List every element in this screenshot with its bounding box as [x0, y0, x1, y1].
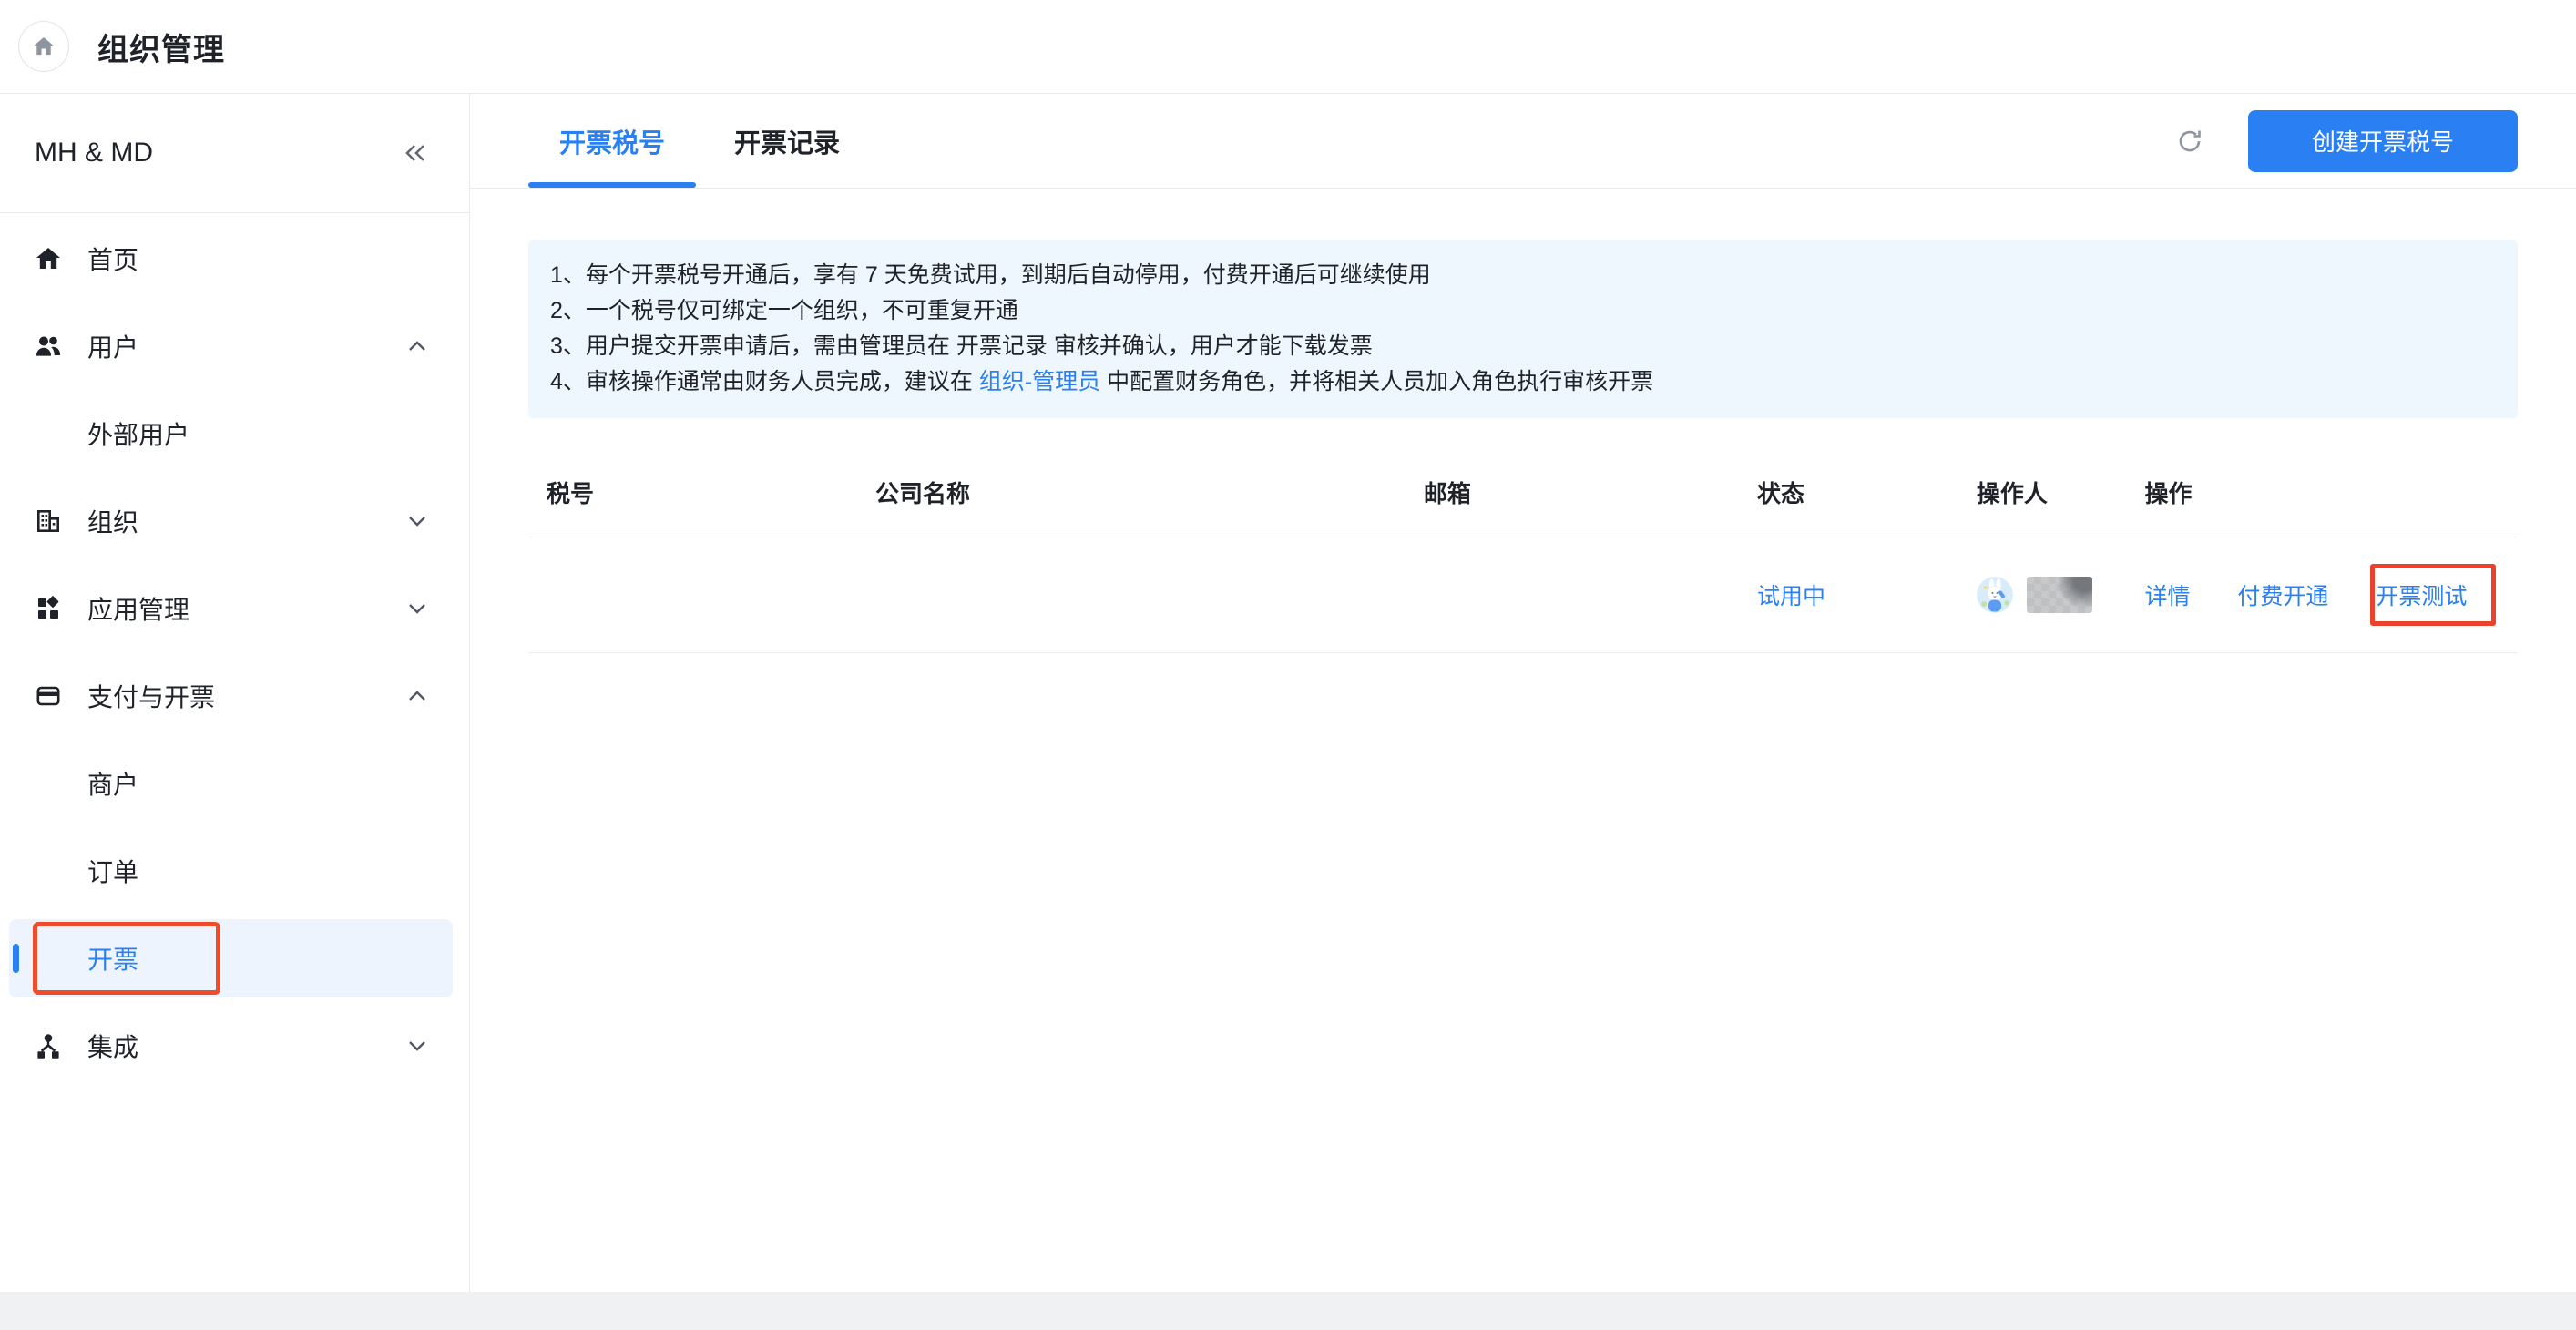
topbar: 组织管理 [0, 0, 2576, 94]
collapse-sidebar-button[interactable] [402, 139, 429, 167]
cell-actions: 详情 付费开通 开票测试 [2126, 537, 2518, 652]
notice-line: 1、每个开票税号开通后，享有 7 天免费试用，到期后自动停用，付费开通后可继续使… [550, 258, 2496, 293]
sidebar-menu: 首页 用户 外部用户 [0, 213, 469, 1090]
card-icon [35, 682, 62, 710]
sidebar-item-payment-invoicing[interactable]: 支付与开票 [0, 652, 469, 740]
tab-bar: 开票税号 开票记录 创建开票税号 [470, 94, 2576, 189]
create-tax-id-button[interactable]: 创建开票税号 [2248, 110, 2518, 172]
sidebar: MH & MD 首页 [0, 94, 470, 1292]
cell-operator [1958, 537, 2127, 652]
col-header-operator: 操作人 [1958, 449, 2127, 537]
sidebar-item-invoicing[interactable]: 开票 [0, 915, 469, 1002]
main-content: 开票税号 开票记录 创建开票税号 1、每个开票税号开通后，享有 7 天免费试用，… [470, 94, 2576, 1292]
notice-panel: 1、每个开票税号开通后，享有 7 天免费试用，到期后自动停用，付费开通后可继续使… [528, 240, 2518, 418]
sidebar-item-external-users[interactable]: 外部用户 [0, 390, 469, 477]
chevron-down-icon [405, 509, 429, 533]
integration-icon [35, 1032, 62, 1059]
action-detail-link[interactable]: 详情 [2144, 584, 2190, 609]
apps-icon [35, 595, 62, 622]
tab-invoice-tax-id[interactable]: 开票税号 [528, 94, 696, 188]
notice-line: 4、审核操作通常由财务人员完成，建议在 组织-管理员 中配置财务角色，并将相关人… [550, 364, 2496, 400]
cell-company [857, 537, 1406, 652]
blurred-operator-name [2027, 577, 2092, 613]
notice-line: 2、一个税号仅可绑定一个组织，不可重复开通 [550, 293, 2496, 329]
home-button[interactable] [18, 21, 69, 72]
col-header-email: 邮箱 [1406, 449, 1739, 537]
sidebar-item-organization[interactable]: 组织 [0, 477, 469, 565]
chevron-up-icon [405, 334, 429, 358]
cell-tax-no [528, 537, 857, 652]
sidebar-item-home[interactable]: 首页 [0, 215, 469, 302]
cell-status: 试用中 [1739, 537, 1958, 652]
action-invoice-test-link[interactable]: 开票测试 [2376, 584, 2467, 609]
sidebar-header: MH & MD [0, 94, 469, 213]
chevron-down-icon [405, 1034, 429, 1058]
status-badge: 试用中 [1757, 584, 1825, 609]
refresh-icon [2175, 127, 2204, 156]
table-row: 试用中 [528, 537, 2518, 652]
org-admin-link[interactable]: 组织-管理员 [979, 369, 1100, 394]
double-chevron-left-icon [402, 139, 429, 167]
home-icon [35, 245, 62, 272]
sidebar-item-integration[interactable]: 集成 [0, 1002, 469, 1090]
col-header-company: 公司名称 [857, 449, 1406, 537]
col-header-tax-no: 税号 [528, 449, 857, 537]
cell-email [1406, 537, 1739, 652]
col-header-action: 操作 [2126, 449, 2518, 537]
content-body: 1、每个开票税号开通后，享有 7 天免费试用，到期后自动停用，付费开通后可继续使… [470, 189, 2576, 653]
avatar [1977, 577, 2013, 613]
org-name: MH & MD [35, 138, 402, 169]
sidebar-item-orders[interactable]: 订单 [0, 827, 469, 915]
app-frame: MH & MD 首页 [0, 94, 2576, 1292]
sidebar-item-users[interactable]: 用户 [0, 302, 469, 390]
sidebar-item-merchants[interactable]: 商户 [0, 740, 469, 827]
chevron-up-icon [405, 684, 429, 708]
home-icon [32, 35, 56, 58]
notice-line: 3、用户提交开票申请后，需由管理员在 开票记录 审核并确认，用户才能下载发票 [550, 329, 2496, 364]
col-header-status: 状态 [1739, 449, 1958, 537]
chevron-down-icon [405, 597, 429, 620]
users-icon [35, 332, 62, 360]
sidebar-item-app-management[interactable]: 应用管理 [0, 565, 469, 652]
action-paid-activate-link[interactable]: 付费开通 [2237, 584, 2328, 609]
table-header-row: 税号 公司名称 邮箱 状态 操作人 操作 [528, 449, 2518, 537]
tab-invoice-records[interactable]: 开票记录 [703, 94, 871, 188]
tax-id-table: 税号 公司名称 邮箱 状态 操作人 操作 试用中 [528, 449, 2518, 653]
building-icon [35, 507, 62, 535]
refresh-button[interactable] [2175, 127, 2204, 156]
page-title: 组织管理 [97, 25, 225, 69]
